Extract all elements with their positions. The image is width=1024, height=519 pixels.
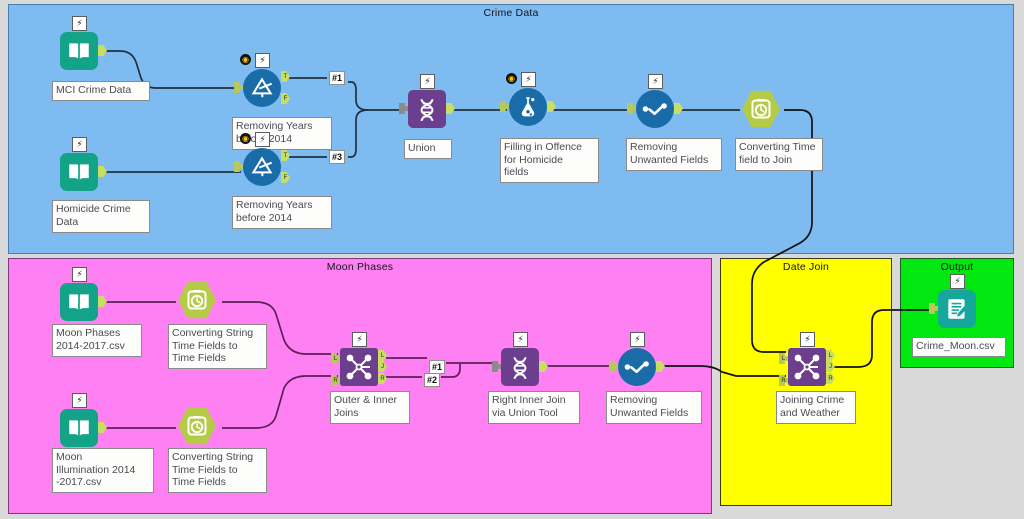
lightning-badge-icon[interactable]: ⚡ bbox=[950, 274, 965, 289]
tool-join-outer-inner[interactable]: ⚡ L R L J R bbox=[331, 332, 387, 386]
tag-moon-1[interactable]: #1 bbox=[429, 360, 446, 374]
tool-caption-moon-illum-csv: Moon Illumination 2014 -2017.csv bbox=[52, 448, 154, 493]
tool-caption-union-crime: Union bbox=[404, 139, 452, 159]
tool-caption-homicide-crime-data: Homicide Crime Data bbox=[52, 200, 150, 233]
tool-caption-moon-phases-csv: Moon Phases 2014-2017.csv bbox=[52, 324, 142, 357]
lightning-badge-icon[interactable]: ⚡ bbox=[255, 53, 270, 68]
tool-moon-illum-csv[interactable]: ⚡ bbox=[60, 393, 107, 447]
document-output-icon bbox=[938, 290, 976, 328]
tool-filter-years-1[interactable]: ⚡ ◉ T F bbox=[234, 53, 290, 107]
container-title-date-join: Date Join bbox=[782, 261, 830, 273]
check-select-icon bbox=[636, 90, 674, 128]
tag-crime-1[interactable]: #1 bbox=[329, 71, 346, 85]
lightning-badge-icon[interactable]: ⚡ bbox=[72, 137, 87, 152]
tool-caption-mci-crime-data: MCI Crime Data bbox=[52, 81, 150, 101]
tool-caption-datetime-moon-1: Converting String Time Fields to Time Fi… bbox=[168, 324, 267, 369]
book-input-icon bbox=[60, 153, 98, 191]
lightning-badge-icon[interactable]: ⚡ bbox=[420, 74, 435, 89]
book-input-icon bbox=[60, 283, 98, 321]
lightning-badge-icon[interactable]: ⚡ bbox=[513, 332, 528, 347]
container-crime-data[interactable]: Crime Data bbox=[8, 4, 1014, 254]
join-network-icon bbox=[340, 348, 378, 386]
lightning-badge-icon[interactable]: ⚡ bbox=[72, 16, 87, 31]
flask-imputation-icon bbox=[509, 88, 547, 126]
lightning-badge-icon[interactable]: ⚡ bbox=[352, 332, 367, 347]
tool-caption-select-unwanted-1: Removing Unwanted Fields bbox=[626, 138, 722, 171]
annotation-badge-icon[interactable]: ◉ bbox=[240, 54, 251, 65]
union-helix-icon bbox=[501, 348, 539, 386]
tool-caption-filter-years-2: Removing Years before 2014 bbox=[232, 196, 332, 229]
container-title-output: Output bbox=[940, 261, 974, 273]
check-select-icon bbox=[618, 348, 656, 386]
tool-caption-imputation-offence: Filling in Offence for Homicide fields bbox=[500, 138, 599, 183]
container-title-moon-phases: Moon Phases bbox=[326, 261, 394, 273]
lightning-badge-icon[interactable]: ⚡ bbox=[72, 393, 87, 408]
container-title-crime-data: Crime Data bbox=[483, 7, 539, 19]
lightning-badge-icon[interactable]: ⚡ bbox=[521, 72, 536, 87]
tool-join-crime-weather[interactable]: ⚡ L R L J R bbox=[779, 332, 835, 386]
tool-filter-years-2[interactable]: ⚡ ◉ T F bbox=[234, 132, 290, 186]
funnel-filter-icon bbox=[243, 69, 281, 107]
annotation-badge-icon[interactable]: ◉ bbox=[506, 73, 517, 84]
tool-caption-join-crime-weather: Joining Crime and Weather bbox=[776, 391, 856, 424]
tool-homicide-crime-data[interactable]: ⚡ bbox=[60, 137, 107, 191]
tool-caption-union-right-inner: Right Inner Join via Union Tool bbox=[488, 391, 580, 424]
lightning-badge-icon[interactable]: ⚡ bbox=[255, 132, 270, 147]
tool-caption-datetime-convert-join: Converting Time field to Join bbox=[735, 138, 823, 171]
tool-output-crime-moon[interactable]: ⚡ bbox=[929, 274, 976, 328]
lightning-badge-icon[interactable]: ⚡ bbox=[800, 332, 815, 347]
funnel-filter-icon bbox=[243, 148, 281, 186]
tool-caption-output-crime-moon: Crime_Moon.csv bbox=[912, 337, 1006, 357]
workflow-canvas[interactable]: Crime Data Moon Phases Date Join Output bbox=[0, 0, 1024, 519]
lightning-badge-icon[interactable]: ⚡ bbox=[72, 267, 87, 282]
tool-union-right-inner[interactable]: ⚡ bbox=[492, 332, 548, 386]
union-helix-icon bbox=[408, 90, 446, 128]
tool-caption-datetime-moon-2: Converting String Time Fields to Time Fi… bbox=[168, 448, 267, 493]
tool-mci-crime-data[interactable]: ⚡ bbox=[60, 16, 107, 70]
tool-select-unwanted-2[interactable]: ⚡ bbox=[609, 332, 665, 386]
tool-moon-phases-csv[interactable]: ⚡ bbox=[60, 267, 107, 321]
book-input-icon bbox=[60, 409, 98, 447]
book-input-icon bbox=[60, 32, 98, 70]
lightning-badge-icon[interactable]: ⚡ bbox=[630, 332, 645, 347]
lightning-badge-icon[interactable]: ⚡ bbox=[648, 74, 663, 89]
join-network-icon bbox=[788, 348, 826, 386]
tag-crime-3[interactable]: #3 bbox=[329, 150, 346, 164]
tool-caption-join-outer-inner: Outer & Inner Joins bbox=[330, 391, 410, 424]
tool-imputation-offence[interactable]: ⚡ ◉ bbox=[500, 72, 556, 126]
tag-moon-2[interactable]: #2 bbox=[424, 373, 441, 387]
tool-select-unwanted-1[interactable]: ⚡ bbox=[627, 74, 683, 128]
tool-caption-select-unwanted-2: Removing Unwanted Fields bbox=[606, 391, 702, 424]
annotation-badge-icon[interactable]: ◉ bbox=[240, 133, 251, 144]
tool-union-crime[interactable]: ⚡ bbox=[399, 74, 455, 128]
